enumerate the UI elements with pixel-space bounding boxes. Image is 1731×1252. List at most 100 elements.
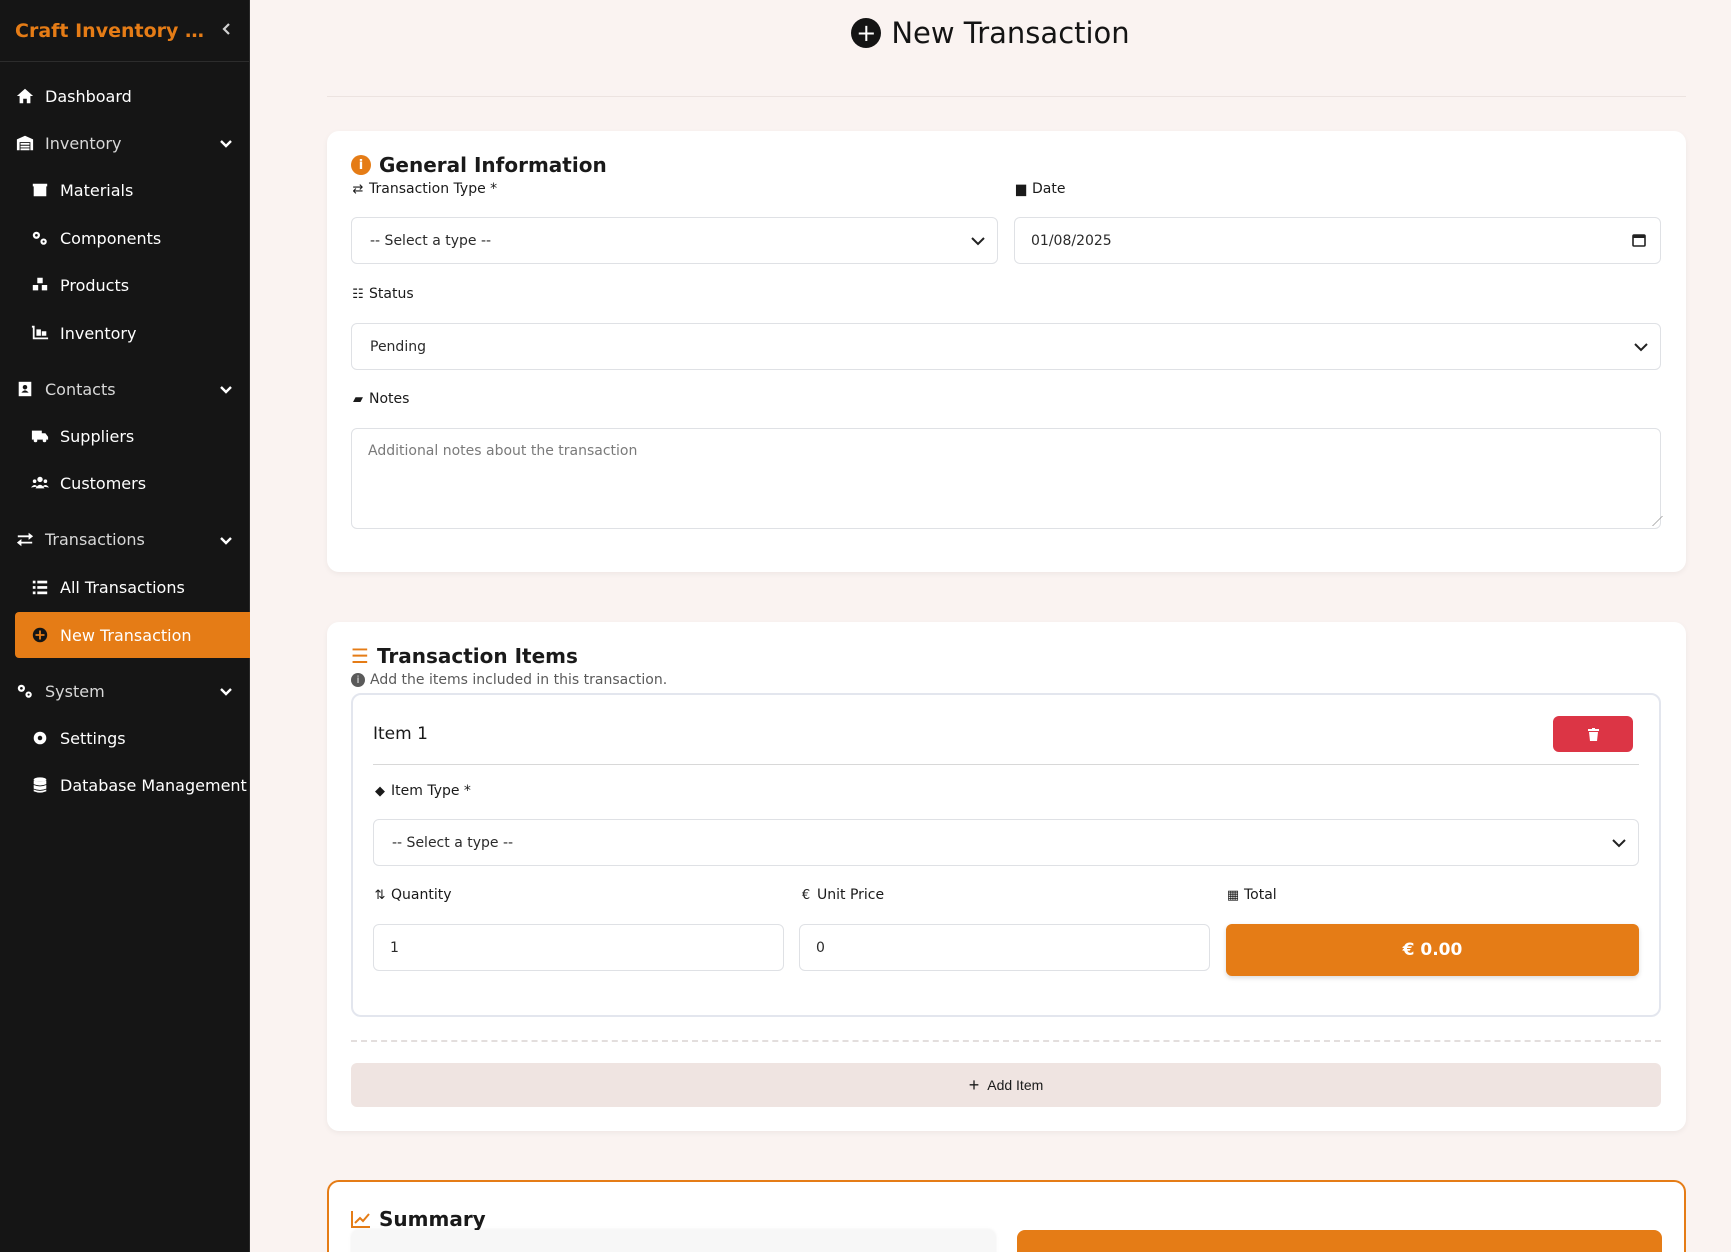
chevron-down-icon[interactable] [218,382,234,402]
sidebar-item-suppliers[interactable]: Suppliers [30,416,134,456]
exchange-icon: ⇄ [352,181,364,197]
card-title-text: Summary [379,1207,486,1231]
transaction-item-1: Item 1 ◆ Item Type * -- Select a type --… [351,693,1661,1017]
add-item-label: Add Item [987,1077,1044,1093]
notes-label: ▰ Notes [351,391,409,407]
item-divider [373,764,1639,765]
input-value: 0 [816,939,825,956]
chevron-down-icon[interactable] [218,136,234,156]
calendar-icon: ▆ [1016,181,1026,197]
label-text: Quantity [391,887,452,903]
quantity-input[interactable]: 1 [373,924,784,971]
status-select[interactable]: Pending [351,323,1661,370]
collapse-sidebar-icon[interactable] [220,20,234,41]
users-icon [30,473,50,493]
sidebar-item-new-transaction[interactable]: New Transaction [15,612,250,658]
gears-icon [30,228,50,248]
sidebar-group-inventory[interactable]: Inventory [15,123,121,163]
chart-line-icon [351,1211,370,1228]
sidebar: Craft Inventory Man... Dashboard Invento… [0,0,250,1252]
exchange-icon [15,529,35,549]
date-value: 01/08/2025 [1031,232,1112,249]
gear-icon [30,728,50,748]
sidebar-item-label: Inventory [60,323,137,343]
sticky-note-icon: ▰ [353,391,363,407]
sidebar-item-label: Database Management [60,775,247,795]
label-text: Item Type * [391,783,471,799]
total-label: ▦ Total [1226,887,1277,903]
chevron-down-icon[interactable] [218,533,234,553]
title-divider [327,96,1686,97]
sidebar-item-customers[interactable]: Customers [30,463,146,503]
resize-handle-icon[interactable] [1643,516,1663,526]
unit-price-input[interactable]: 0 [799,924,1210,971]
brand: Craft Inventory Man... [0,0,249,62]
chevron-down-icon [1632,338,1650,360]
box-icon [30,180,50,200]
page-title: + New Transaction [250,16,1731,50]
chevron-down-icon [969,232,987,254]
card-title-text: Transaction Items [376,644,578,668]
app-title[interactable]: Craft Inventory Man... [15,20,214,42]
summary-title: Summary [351,1207,486,1231]
sidebar-item-label: Settings [60,728,126,748]
sidebar-item-settings[interactable]: Settings [30,718,126,758]
label-text: Transaction Type * [369,181,498,197]
sidebar-item-label: Customers [60,473,147,493]
sidebar-item-label: Components [60,228,162,248]
calendar-icon[interactable] [1632,233,1646,251]
summary-card: Summary [327,1180,1686,1252]
unit-price-label: € Unit Price [799,887,884,903]
database-icon [30,775,50,795]
transaction-items-card: ☰ Transaction Items i Add the items incl… [327,622,1686,1131]
cogs-icon [15,681,35,701]
summary-panel-right [1017,1230,1662,1252]
sidebar-group-system[interactable]: System [15,671,105,711]
sidebar-item-database-management[interactable]: Database Management [30,765,247,805]
date-label: ▆ Date [1014,181,1065,197]
label-text: Unit Price [817,887,885,903]
sidebar-item-materials[interactable]: Materials [30,170,133,210]
address-book-icon [15,379,35,399]
item-title: Item 1 [373,724,428,744]
sidebar-item-inventory[interactable]: Inventory [30,313,136,353]
sidebar-item-label: Dashboard [45,86,132,106]
select-value: -- Select a type -- [392,834,514,851]
sidebar-group-label: Transactions [45,529,145,549]
sidebar-item-dashboard[interactable]: Dashboard [15,76,132,116]
sidebar-item-components[interactable]: Components [30,218,161,258]
transaction-items-hint: i Add the items included in this transac… [351,672,667,688]
dolly-icon [30,323,50,343]
sidebar-item-label: New Transaction [60,625,192,645]
list-icon [30,577,50,597]
notes-placeholder: Additional notes about the transaction [368,443,638,459]
plus-circle-icon: + [851,18,882,48]
cubes-icon [30,275,50,295]
general-information-card: i General Information ⇄ Transaction Type… [327,131,1686,572]
sidebar-group-label: System [45,681,105,701]
trash-icon [1587,727,1599,741]
sidebar-item-all-transactions[interactable]: All Transactions [30,567,185,607]
label-text: Status [369,286,414,302]
item-type-select[interactable]: -- Select a type -- [373,819,1639,866]
notes-textarea[interactable]: Additional notes about the transaction [351,428,1663,529]
label-text: Date [1032,181,1066,197]
transaction-type-label: ⇄ Transaction Type * [351,181,498,197]
chevron-down-icon[interactable] [218,684,234,704]
input-value: 1 [390,939,399,956]
hint-text: Add the items included in this transacti… [370,672,668,688]
sidebar-item-products[interactable]: Products [30,265,129,305]
sidebar-group-contacts[interactable]: Contacts [15,369,116,409]
add-item-button[interactable]: + Add Item [351,1063,1661,1107]
transaction-type-select[interactable]: -- Select a type -- [351,217,998,264]
info-icon: i [351,673,365,687]
list-icon: ☰ [351,644,369,668]
sort-numeric-icon: ⇅ [374,887,386,903]
date-input[interactable]: 01/08/2025 [1014,217,1661,264]
delete-item-button[interactable] [1553,716,1633,752]
quantity-label: ⇅ Quantity [373,887,452,903]
sidebar-item-label: Suppliers [60,426,135,446]
sidebar-group-transactions[interactable]: Transactions [15,519,145,559]
sidebar-group-label: Contacts [45,379,116,399]
plus-icon: + [968,1074,980,1095]
